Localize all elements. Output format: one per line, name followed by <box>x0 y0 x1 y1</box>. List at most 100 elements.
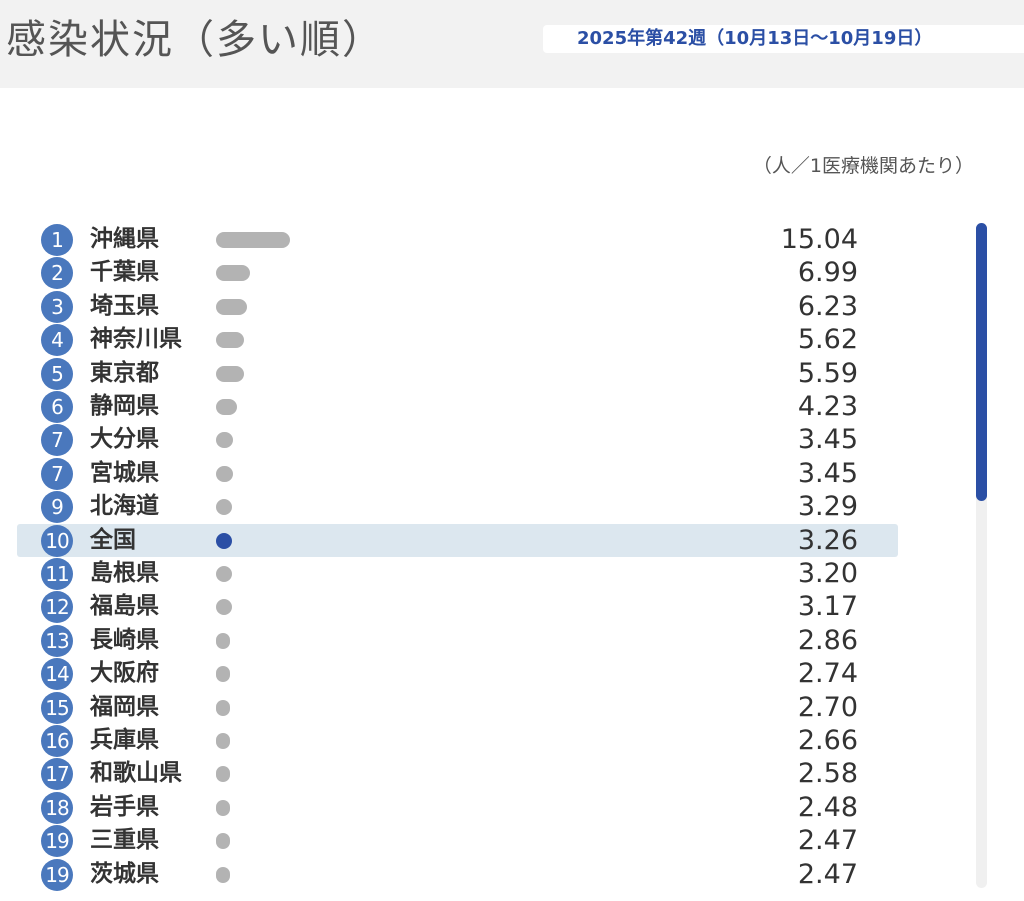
value-bar <box>216 365 244 382</box>
prefecture-label: 全国 <box>90 526 136 553</box>
scrollbar-track[interactable] <box>976 223 987 888</box>
rank-badge: 17 <box>41 758 73 791</box>
rank-badge: 19 <box>41 858 73 891</box>
rank-badge: 3 <box>41 290 73 323</box>
scrollbar-thumb[interactable] <box>976 223 987 501</box>
ranking-row: 17 和歌山県 2.58 <box>0 757 960 791</box>
value-label: 3.29 <box>797 491 858 523</box>
rank-badge: 16 <box>41 725 73 757</box>
rank-badge: 9 <box>41 491 73 524</box>
value-label: 3.45 <box>797 457 858 489</box>
ranking-row: 14 大阪府 2.74 <box>0 657 960 691</box>
value-bar <box>216 733 230 749</box>
rank-badge: 4 <box>41 324 73 357</box>
ranking-row: 18 岩手県 2.48 <box>0 791 960 824</box>
ranking-row: 12 福島県 3.17 <box>0 590 960 624</box>
value-bar <box>216 766 230 783</box>
prefecture-label: 茨城県 <box>90 860 159 887</box>
value-bar <box>216 833 230 850</box>
value-label: 5.62 <box>797 324 858 356</box>
prefecture-label: 福岡県 <box>90 693 159 720</box>
rank-badge: 19 <box>41 825 73 858</box>
value-bar <box>216 298 247 315</box>
prefecture-label: 岩手県 <box>90 793 159 820</box>
value-bar <box>216 632 231 649</box>
ranking-row: 16 兵庫県 2.66 <box>0 724 960 757</box>
ranking-row: 19 三重県 2.47 <box>0 824 960 858</box>
ranking-row: 4 神奈川県 5.62 <box>0 323 960 357</box>
ranking-row: 5 東京都 5.59 <box>0 357 960 390</box>
ranking-row: 1 沖縄県 15.04 <box>0 223 960 256</box>
value-label: 2.58 <box>797 758 858 790</box>
page-title: 感染状況（多い順） <box>6 17 384 63</box>
prefecture-label: 福島県 <box>90 593 159 620</box>
rank-badge: 2 <box>41 257 73 290</box>
value-bar <box>216 799 230 816</box>
prefecture-label: 北海道 <box>90 493 159 520</box>
value-bar <box>216 332 244 349</box>
value-label: 3.17 <box>797 591 858 623</box>
week-label: 2025年第42週（10月13日〜10月19日） <box>577 28 933 49</box>
rank-badge: 10 <box>41 524 73 557</box>
value-bar <box>216 499 233 516</box>
ranking-row: 2 千葉県 6.99 <box>0 256 960 290</box>
prefecture-label: 埼玉県 <box>90 292 159 319</box>
value-label: 5.59 <box>797 357 858 389</box>
ranking-row: 9 北海道 3.29 <box>0 490 960 524</box>
value-label: 15.04 <box>780 224 858 255</box>
rank-badge: 11 <box>41 558 73 590</box>
rank-badge: 7 <box>41 457 73 490</box>
value-label: 3.20 <box>797 558 858 589</box>
ranking-row: 7 宮城県 3.45 <box>0 457 960 490</box>
ranking-row: 15 福岡県 2.70 <box>0 691 960 724</box>
value-bar <box>216 599 232 616</box>
value-bar <box>216 666 230 683</box>
ranking-row: 19 茨城県 2.47 <box>0 858 960 891</box>
value-label: 3.45 <box>797 424 858 456</box>
rank-badge: 15 <box>41 691 73 724</box>
value-label: 2.48 <box>797 791 858 823</box>
rank-badge: 13 <box>41 624 73 657</box>
value-bar <box>216 465 233 482</box>
value-label: 2.74 <box>797 658 858 690</box>
value-bar <box>216 265 251 282</box>
ranking-row: 6 静岡県 4.23 <box>0 390 960 423</box>
prefecture-label: 大分県 <box>90 426 159 453</box>
unit-label: （人／1医療機関あたり） <box>752 155 974 177</box>
header: 感染状況（多い順） 2025年第42週（10月13日〜10月19日） <box>0 0 1024 88</box>
prefecture-label: 宮城県 <box>90 459 159 486</box>
prefecture-label: 島根県 <box>90 560 159 586</box>
rank-badge: 18 <box>41 791 73 824</box>
prefecture-label: 兵庫県 <box>90 727 159 753</box>
prefecture-label: 東京都 <box>90 359 159 386</box>
value-bar <box>216 399 237 415</box>
prefecture-label: 三重県 <box>90 827 159 854</box>
value-label: 2.86 <box>797 624 858 656</box>
rank-badge: 5 <box>41 357 73 390</box>
prefecture-label: 大阪府 <box>90 660 159 687</box>
value-bar <box>216 699 230 716</box>
value-label: 6.23 <box>797 290 858 322</box>
prefecture-label: 和歌山県 <box>90 760 182 787</box>
prefecture-label: 神奈川県 <box>90 326 182 353</box>
rank-badge: 6 <box>41 391 73 423</box>
value-bar <box>216 866 230 883</box>
prefecture-label: 沖縄県 <box>90 226 159 252</box>
value-bar <box>216 532 232 549</box>
value-label: 4.23 <box>797 391 858 422</box>
week-badge: 2025年第42週（10月13日〜10月19日） <box>543 25 1024 53</box>
prefecture-label: 長崎県 <box>90 626 159 653</box>
value-label: 2.47 <box>797 858 858 890</box>
value-label: 2.47 <box>797 825 858 857</box>
ranking-row: 10 全国 3.26 <box>0 523 960 557</box>
rank-badge: 12 <box>41 591 73 624</box>
ranking-row: 7 大分県 3.45 <box>0 423 960 457</box>
rank-badge: 7 <box>41 424 73 457</box>
value-bar <box>216 432 233 449</box>
value-label: 6.99 <box>797 257 858 289</box>
rank-badge: 1 <box>41 224 73 256</box>
value-label: 2.66 <box>797 725 858 756</box>
prefecture-label: 千葉県 <box>90 259 159 286</box>
ranking-row: 13 長崎県 2.86 <box>0 624 960 657</box>
ranking-row: 3 埼玉県 6.23 <box>0 290 960 323</box>
